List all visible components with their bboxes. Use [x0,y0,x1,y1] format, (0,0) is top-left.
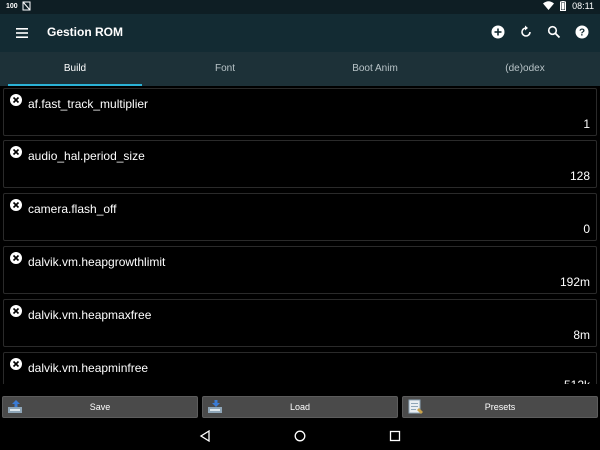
list-item[interactable]: dalvik.vm.heapgrowthlimit 192m [3,246,597,294]
save-button[interactable]: Save [2,396,198,418]
property-value: 192m [559,275,590,289]
property-value: 0 [583,222,590,236]
property-name: dalvik.vm.heapminfree [28,361,149,375]
status-bar: 100 08:11 [0,0,600,14]
save-button-label: Save [89,402,111,412]
property-name: dalvik.vm.heapgrowthlimit [28,255,166,269]
property-value: 1 [583,117,590,131]
tab-bar: Build Font Boot Anim (de)odex [0,52,600,86]
menu-icon[interactable] [14,25,30,41]
list-item[interactable]: dalvik.vm.heapmaxfree 8m [3,299,597,347]
back-icon[interactable] [199,430,211,442]
property-name: audio_hal.period_size [28,149,145,163]
presets-button-label: Presets [484,402,516,412]
status-left-text: 100 [6,2,18,10]
property-name: camera.flash_off [28,202,117,216]
tab-boot-anim[interactable]: Boot Anim [300,52,450,86]
property-name: dalvik.vm.heapmaxfree [28,308,152,322]
search-icon[interactable] [546,24,562,40]
property-value: 128 [569,169,590,183]
no-sim-icon [22,1,31,11]
save-icon [8,400,22,413]
remove-icon[interactable] [10,146,22,158]
load-button-label: Load [289,402,311,412]
property-name: af.fast_track_multiplier [28,97,149,111]
status-time: 08:11 [572,1,594,11]
property-list[interactable]: af.fast_track_multiplier 1 audio_hal.per… [0,88,600,384]
remove-icon[interactable] [10,94,22,106]
help-icon[interactable]: ? [574,24,590,40]
presets-button[interactable]: Presets [402,396,598,418]
refresh-icon[interactable] [518,24,534,40]
wifi-icon [543,1,555,10]
home-icon[interactable] [294,430,306,442]
add-circle-icon[interactable] [490,24,506,40]
remove-icon[interactable] [10,305,22,317]
svg-text:?: ? [579,28,585,39]
list-item[interactable]: camera.flash_off 0 [3,193,597,241]
list-item[interactable]: af.fast_track_multiplier 1 [3,88,597,136]
list-item[interactable]: audio_hal.period_size 128 [3,140,597,188]
battery-icon [560,1,567,11]
remove-icon[interactable] [10,199,22,211]
presets-icon [408,399,423,414]
remove-icon[interactable] [10,358,22,370]
recents-icon[interactable] [389,430,401,442]
page-title: Gestion ROM [47,25,124,39]
bottom-button-bar: Save Load Presets [0,396,600,422]
load-icon [208,400,222,413]
remove-icon[interactable] [10,252,22,264]
tab-deodex[interactable]: (de)odex [450,52,600,86]
tab-font[interactable]: Font [150,52,300,86]
property-value: 8m [573,328,590,342]
navigation-bar [0,422,600,450]
list-item[interactable]: dalvik.vm.heapminfree 512k [3,352,597,384]
property-value: 512k [564,378,590,384]
tab-build[interactable]: Build [0,52,150,86]
app-bar: Gestion ROM ? [0,14,600,52]
load-button[interactable]: Load [202,396,398,418]
